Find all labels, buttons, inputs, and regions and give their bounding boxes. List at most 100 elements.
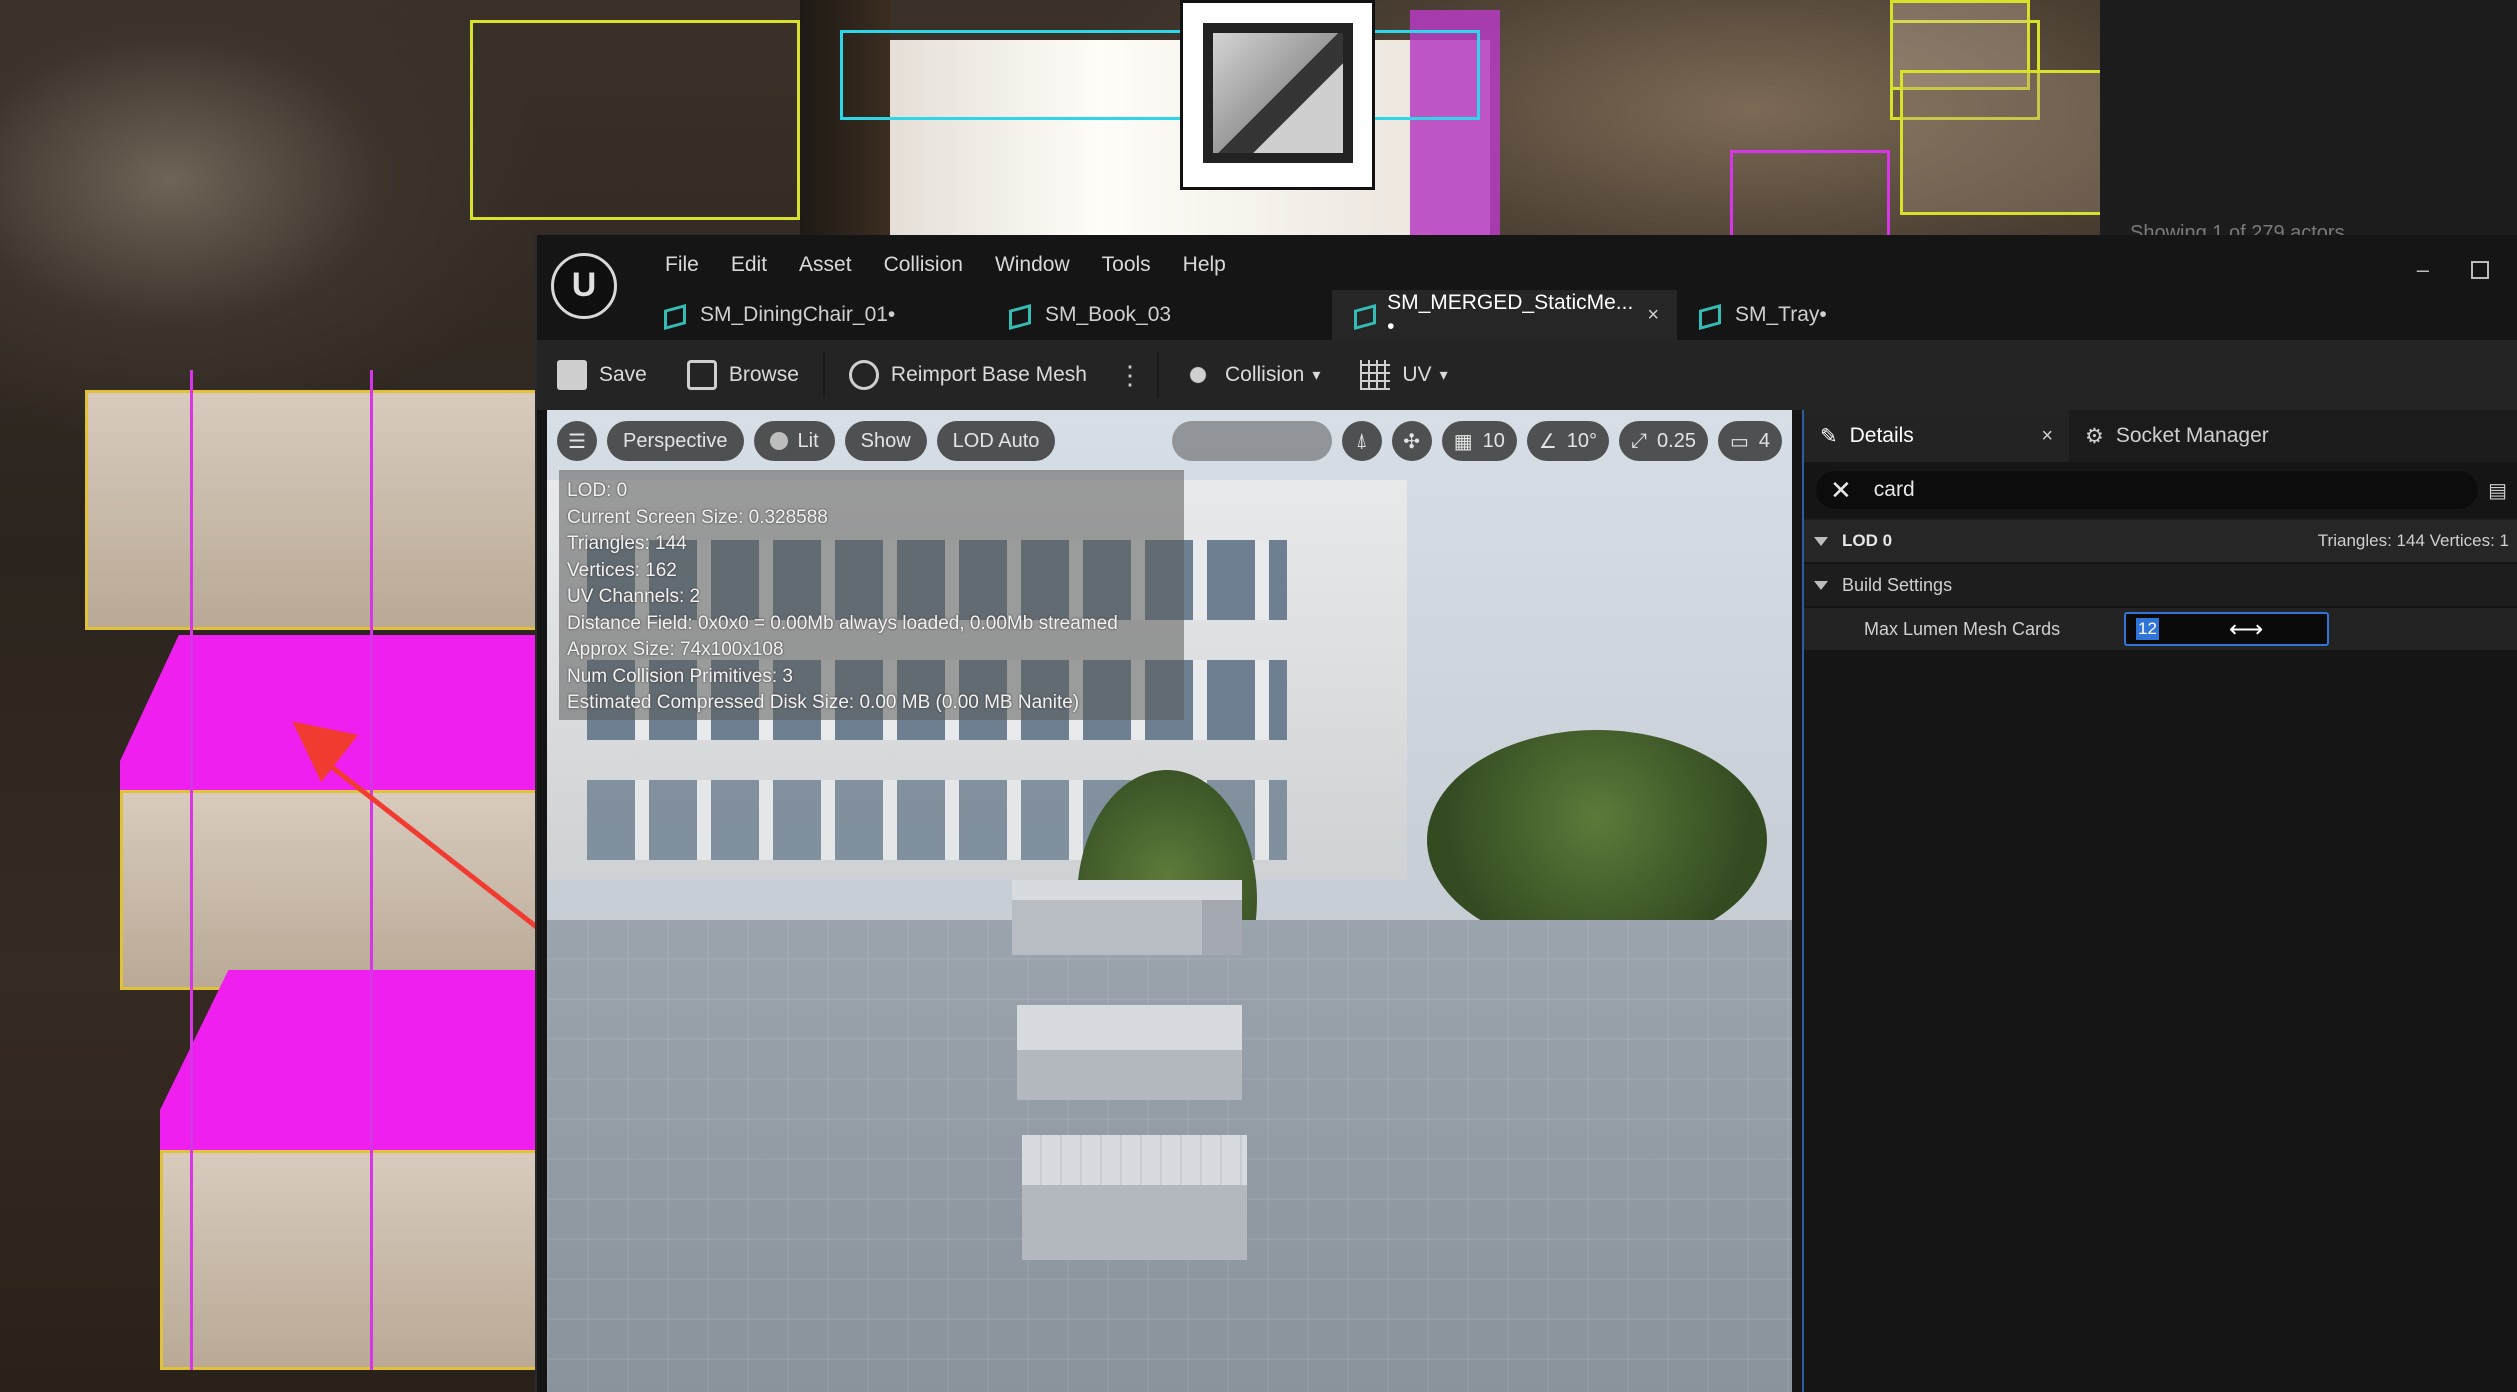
browse-folder-icon — [686, 360, 717, 390]
window-controls: – — [2417, 257, 2489, 283]
shelf-slab — [120, 790, 540, 990]
tab-label: SM_Tray• — [1735, 303, 1827, 326]
property-value: 12 — [2136, 618, 2159, 640]
chevron-down-icon: ▾ — [1439, 367, 1448, 384]
tab-sm-tray[interactable]: SM_Tray• — [1677, 290, 1877, 340]
menu-bar: File Edit Asset Collision Window Tools H… — [649, 245, 1242, 285]
grid-snap-icon: ▦ — [1453, 430, 1473, 453]
lod-button[interactable]: LOD Auto — [936, 421, 1056, 461]
static-mesh-icon — [1352, 304, 1371, 326]
mesh-viewport[interactable]: ☰ Perspective Lit Show LOD Auto ⍋ ✣ ▦ 10 — [547, 410, 1792, 1392]
asset-toolbar: Save Browse Reimport Base Mesh ⋮ Collisi… — [537, 340, 2517, 410]
uv-dropdown[interactable]: UV ▾ — [1340, 340, 1467, 410]
tree — [1427, 730, 1767, 950]
collision-icon — [1182, 360, 1213, 390]
outliner-panel — [2100, 0, 2517, 240]
stat-vertices: Vertices: 162 — [567, 559, 677, 581]
menu-edit[interactable]: Edit — [715, 245, 783, 285]
pencil-icon: ✎ — [1820, 424, 1838, 448]
tab-details[interactable]: ✎ Details × — [1804, 410, 2069, 462]
shelf-mesh — [70, 370, 540, 1370]
stat-collision-primitives: Num Collision Primitives: 3 — [567, 665, 793, 687]
tab-socket-manager[interactable]: ⚙ Socket Manager — [2069, 410, 2285, 462]
settings-grid-icon[interactable]: ▤ — [2488, 478, 2507, 503]
camera-speed-value: 4 — [1758, 429, 1770, 452]
toolbar-separator — [1156, 352, 1159, 398]
maximize-button[interactable] — [2471, 261, 2489, 279]
close-icon[interactable]: × — [2041, 425, 2053, 448]
close-icon[interactable]: × — [1647, 304, 1659, 327]
transform-mode-group[interactable] — [1171, 421, 1332, 461]
expand-arrow-icon[interactable] — [1814, 580, 1828, 590]
collision-dropdown[interactable]: Collision ▾ — [1163, 340, 1340, 410]
lit-label: Lit — [797, 429, 819, 452]
document-tabs: SM_DiningChair_01• SM_Book_03 SM_MERGED_… — [642, 290, 1877, 340]
scale-snap-button[interactable]: ⤢ 0.25 — [1619, 421, 1708, 461]
browse-label: Browse — [728, 363, 799, 386]
static-mesh-icon — [1697, 304, 1719, 326]
resize-cursor-icon: ⟷ — [2228, 615, 2264, 643]
build-settings-label: Build Settings — [1842, 574, 1953, 595]
magenta-face — [160, 970, 540, 1170]
save-button[interactable]: Save — [537, 340, 667, 410]
mesh-slab-top — [1012, 880, 1242, 980]
menu-asset[interactable]: Asset — [783, 245, 868, 285]
menu-file[interactable]: File — [649, 245, 715, 285]
camera-speed-button[interactable]: ▭ 4 — [1717, 421, 1782, 461]
build-settings-row[interactable]: Build Settings — [1804, 562, 2517, 606]
tab-sm-book[interactable]: SM_Book_03 — [987, 290, 1332, 340]
lod-label: LOD 0 — [1842, 531, 1893, 550]
max-lumen-mesh-cards-row: Max Lumen Mesh Cards 12 ⟷ — [1804, 606, 2517, 650]
search-value: card — [1873, 478, 1915, 501]
lod-category-row[interactable]: LOD 0 Triangles: 144 Vertices: 1 — [1804, 518, 2517, 562]
rotation-snap-button[interactable]: ∠ 10° — [1526, 421, 1610, 461]
menu-tools[interactable]: Tools — [1086, 245, 1167, 285]
surface-snap-icon[interactable]: ⍋ — [1341, 421, 1382, 461]
wireframe-line — [370, 370, 373, 1370]
tab-sm-diningchair[interactable]: SM_DiningChair_01• — [642, 290, 987, 340]
details-panel: ✎ Details × ⚙ Socket Manager ✕ card ▤ LO… — [1802, 410, 2517, 1392]
clear-search-icon[interactable]: ✕ — [1830, 475, 1852, 506]
menu-collision[interactable]: Collision — [868, 245, 979, 285]
stat-disk-size: Estimated Compressed Disk Size: 0.00 MB … — [567, 692, 1080, 713]
static-mesh-icon — [1007, 304, 1029, 326]
wireframe-bounds — [840, 30, 1480, 120]
tab-sm-merged[interactable]: SM_MERGED_StaticMe... • × — [1332, 290, 1677, 340]
perspective-button[interactable]: Perspective — [607, 421, 744, 461]
camera-icon: ▭ — [1729, 430, 1749, 453]
rotation-snap-value: 10° — [1566, 429, 1598, 452]
save-label: Save — [599, 363, 647, 386]
details-tabs: ✎ Details × ⚙ Socket Manager — [1804, 410, 2517, 462]
stat-approx-size: Approx Size: 74x100x108 — [567, 639, 784, 660]
wireframe-bounds — [1730, 150, 1890, 240]
menu-help[interactable]: Help — [1167, 245, 1242, 285]
details-tab-label: Details — [1849, 424, 1914, 447]
screen-root: Showing 1 of 279 actors U File Edit Asse… — [0, 0, 2517, 1392]
shelf-slab — [160, 1150, 540, 1370]
wireframe-line — [190, 370, 193, 1370]
save-icon — [557, 360, 587, 390]
static-mesh-icon — [662, 304, 684, 326]
grid-snap-value: 10 — [1482, 429, 1505, 452]
more-options-icon[interactable]: ⋮ — [1107, 360, 1153, 391]
collision-label: Collision — [1224, 363, 1305, 386]
browse-button[interactable]: Browse — [667, 340, 819, 410]
mesh-slab-middle — [1017, 1005, 1242, 1115]
reimport-button[interactable]: Reimport Base Mesh — [829, 340, 1107, 410]
minimize-button[interactable]: – — [2417, 257, 2429, 283]
grid-snap-button[interactable]: ▦ 10 — [1441, 421, 1517, 461]
unreal-logo-icon[interactable]: U — [551, 253, 617, 319]
lit-button[interactable]: Lit — [753, 421, 835, 461]
stat-triangles: Triangles: 144 — [567, 533, 687, 554]
scale-snap-icon: ⤢ — [1631, 429, 1648, 452]
viewport-menu-button[interactable]: ☰ — [557, 421, 597, 461]
max-lumen-mesh-cards-input[interactable]: 12 ⟷ — [2124, 612, 2329, 646]
details-search-row: ✕ card ▤ — [1804, 462, 2517, 518]
lod-meta: Triangles: 144 Vertices: 1 — [2317, 531, 2509, 550]
details-search-input[interactable]: ✕ card — [1816, 471, 2479, 509]
world-local-icon[interactable]: ✣ — [1391, 421, 1432, 461]
expand-arrow-icon[interactable] — [1814, 536, 1828, 546]
asset-thumbnail — [1180, 0, 1375, 190]
menu-window[interactable]: Window — [979, 245, 1086, 285]
show-button[interactable]: Show — [844, 421, 927, 461]
